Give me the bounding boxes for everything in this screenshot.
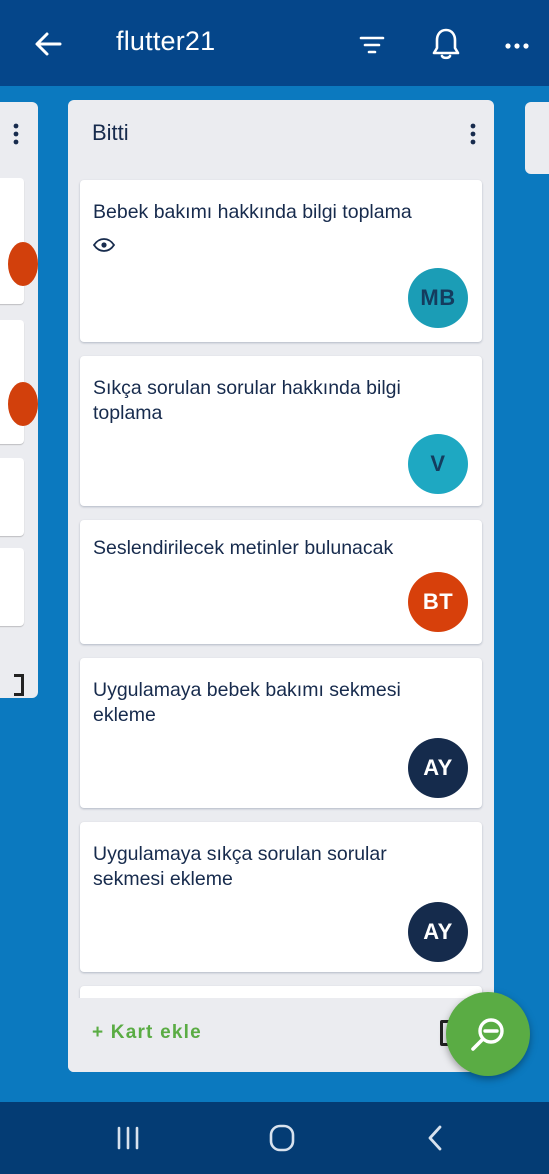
add-card-button[interactable]: + Kart ekle — [92, 1022, 202, 1044]
card-title: Bebek bakımı hakkında bilgi toplama — [93, 201, 412, 223]
filter-icon[interactable] — [355, 28, 389, 62]
previous-list[interactable] — [0, 102, 38, 698]
back-arrow-icon[interactable] — [30, 26, 66, 62]
member-avatar: V — [408, 434, 468, 494]
previous-list-card[interactable] — [0, 178, 38, 304]
eye-icon — [93, 238, 115, 252]
previous-list-card[interactable] — [0, 458, 24, 536]
list-menu-icon[interactable] — [12, 122, 20, 146]
list-menu-icon[interactable] — [468, 122, 478, 146]
member-avatar: AY — [408, 902, 468, 962]
system-nav-bar — [0, 1102, 549, 1174]
member-avatar — [8, 242, 38, 286]
card[interactable]: Seslendirilecek metinler bulunacak BT — [80, 520, 482, 644]
more-icon[interactable] — [500, 28, 534, 62]
card-title: Uygulamaya sıkça sorulan sorular sekmesi… — [93, 843, 387, 890]
previous-list-card[interactable] — [0, 320, 38, 444]
card-title: Seslendirilecek metinler bulunacak — [93, 537, 394, 559]
template-icon[interactable] — [14, 674, 24, 696]
previous-list-card[interactable] — [0, 548, 24, 626]
card-title: Sıkça sorulan sorular hakkında bilgi top… — [93, 377, 401, 424]
member-avatar: BT — [408, 572, 468, 632]
member-avatar — [8, 382, 38, 426]
card-title: Uygulamaya bebek bakımı sekmesi ekleme — [93, 679, 401, 726]
card[interactable]: Bebek bakımı hakkında bilgi toplama MB — [80, 180, 482, 342]
card[interactable]: Uygulamaya sıkça sorulan sorular sekmesi… — [80, 822, 482, 972]
list-title[interactable]: Bitti — [92, 120, 129, 146]
board[interactable]: Bitti Bebek bakımı hakkında bilgi toplam… — [0, 86, 549, 1102]
back-icon[interactable] — [416, 1120, 456, 1156]
home-icon[interactable] — [262, 1120, 302, 1156]
list-bitti: Bitti Bebek bakımı hakkında bilgi toplam… — [68, 100, 494, 1072]
card[interactable]: Sıkça sorulan sorular hakkında bilgi top… — [80, 356, 482, 506]
next-list[interactable] — [525, 102, 549, 174]
recent-apps-icon[interactable] — [108, 1120, 148, 1156]
app-bar: flutter21 — [0, 0, 549, 86]
zoom-out-icon — [471, 1018, 504, 1051]
bell-icon[interactable] — [428, 24, 464, 62]
board-title: flutter21 — [116, 26, 216, 56]
member-avatar: AY — [408, 738, 468, 798]
member-avatar: MB — [408, 268, 468, 328]
card[interactable]: Uygulamaya bebek bakımı sekmesi ekleme A… — [80, 658, 482, 808]
list-footer: + Kart ekle — [68, 998, 494, 1072]
zoom-fab-button[interactable] — [446, 992, 530, 1076]
